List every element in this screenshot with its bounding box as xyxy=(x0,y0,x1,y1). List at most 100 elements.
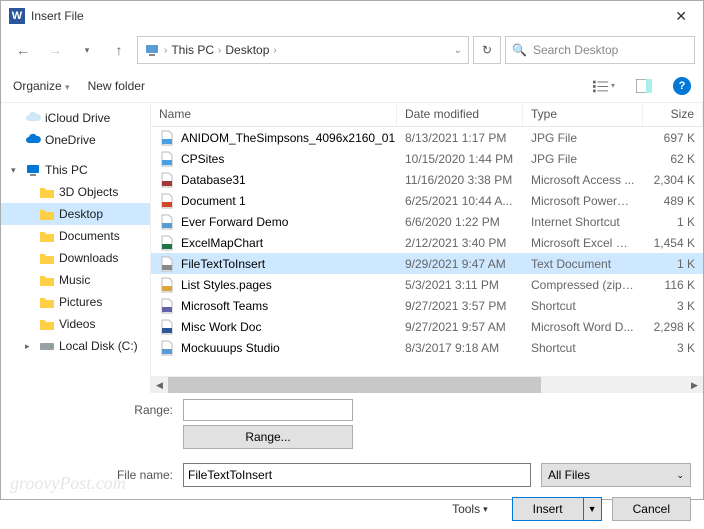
back-button[interactable]: ← xyxy=(9,36,37,64)
tools-menu[interactable]: Tools ▾ xyxy=(452,502,488,516)
range-button[interactable]: Range... xyxy=(183,425,353,449)
file-row[interactable]: Document 16/25/2021 10:44 A...Microsoft … xyxy=(151,190,703,211)
file-row[interactable]: Ever Forward Demo6/6/2020 1:22 PMInterne… xyxy=(151,211,703,232)
file-name: Microsoft Teams xyxy=(181,299,268,313)
file-type: Microsoft Word D... xyxy=(523,320,643,334)
link-icon xyxy=(159,214,175,230)
col-size[interactable]: Size xyxy=(643,103,703,126)
chevron-down-icon[interactable]: ⌄ xyxy=(454,45,462,56)
help-icon[interactable]: ? xyxy=(673,77,691,95)
insert-button[interactable]: Insert xyxy=(512,497,584,521)
tree-item-desktop[interactable]: Desktop xyxy=(1,203,150,225)
refresh-button[interactable]: ↻ xyxy=(473,36,501,64)
tree-item-videos[interactable]: Videos xyxy=(1,313,150,335)
file-row[interactable]: ANIDOM_TheSimpsons_4096x2160_018/13/2021… xyxy=(151,127,703,148)
nav-tree: iCloud Drive OneDrive ▾ This PC 3D Objects De… xyxy=(1,103,151,393)
file-name: ANIDOM_TheSimpsons_4096x2160_01 xyxy=(181,131,395,145)
link-icon xyxy=(159,340,175,356)
file-row[interactable]: List Styles.pages5/3/2021 3:11 PMCompres… xyxy=(151,274,703,295)
organize-menu[interactable]: Organize ▾ xyxy=(13,79,70,93)
view-mode-button[interactable]: ▾ xyxy=(593,75,615,97)
file-date: 8/3/2017 9:18 AM xyxy=(397,341,523,355)
col-type[interactable]: Type xyxy=(523,103,643,126)
preview-pane-button[interactable] xyxy=(633,75,655,97)
ppt-icon xyxy=(159,193,175,209)
tree-item-local-disk-c-[interactable]: ▸Local Disk (C:) xyxy=(1,335,150,357)
breadcrumb[interactable]: › This PC › Desktop › ⌄ xyxy=(137,36,469,64)
scroll-left-icon[interactable]: ◀ xyxy=(151,377,168,394)
file-row[interactable]: CPSites10/15/2020 1:44 PMJPG File62 K xyxy=(151,148,703,169)
file-row[interactable]: Database3111/16/2020 3:38 PMMicrosoft Ac… xyxy=(151,169,703,190)
file-type: Internet Shortcut xyxy=(523,215,643,229)
disk-icon xyxy=(39,339,55,353)
cloud-white-icon xyxy=(25,111,41,125)
cancel-button[interactable]: Cancel xyxy=(612,497,691,521)
folder-icon xyxy=(39,207,55,221)
img-icon xyxy=(159,130,175,146)
file-name: Mockuuups Studio xyxy=(181,341,280,355)
file-name: FileTextToInsert xyxy=(181,257,265,271)
file-date: 9/29/2021 9:47 AM xyxy=(397,257,523,271)
file-type: Text Document xyxy=(523,257,643,271)
tree-label: Music xyxy=(59,273,90,287)
file-type: JPG File xyxy=(523,152,643,166)
tree-item-3d-objects[interactable]: 3D Objects xyxy=(1,181,150,203)
breadcrumb-seg[interactable]: Desktop xyxy=(225,43,269,57)
teams-icon xyxy=(159,298,175,314)
file-row[interactable]: FileTextToInsert 9/29/2021 9:47 AMText Do… xyxy=(151,253,703,274)
file-size: 3 K xyxy=(643,299,703,313)
tree-label: 3D Objects xyxy=(59,185,118,199)
file-date: 8/13/2021 1:17 PM xyxy=(397,131,523,145)
tree-label: Local Disk (C:) xyxy=(59,339,138,353)
tree-item-this-pc[interactable]: ▾ This PC xyxy=(1,159,150,181)
folder-icon xyxy=(39,229,55,243)
tree-item-icloud-drive[interactable]: iCloud Drive xyxy=(1,107,150,129)
file-type: Shortcut xyxy=(523,341,643,355)
zip-icon xyxy=(159,277,175,293)
file-row[interactable]: Misc Work Doc9/27/2021 9:57 AMMicrosoft … xyxy=(151,316,703,337)
folder-icon xyxy=(39,317,55,331)
scroll-right-icon[interactable]: ▶ xyxy=(686,377,703,394)
range-input[interactable] xyxy=(183,399,353,421)
file-row[interactable]: ExcelMapChart2/12/2021 3:40 PMMicrosoft … xyxy=(151,232,703,253)
file-row[interactable]: Microsoft Teams9/27/2021 3:57 PMShortcut… xyxy=(151,295,703,316)
col-name[interactable]: Name xyxy=(151,103,397,126)
tree-item-music[interactable]: Music xyxy=(1,269,150,291)
chevron-right-icon: › xyxy=(164,45,167,56)
tree-label: Documents xyxy=(59,229,120,243)
recent-dropdown-icon[interactable]: ▾ xyxy=(73,36,101,64)
file-type: JPG File xyxy=(523,131,643,145)
tree-item-downloads[interactable]: Downloads xyxy=(1,247,150,269)
col-date[interactable]: Date modified xyxy=(397,103,523,126)
pc-icon xyxy=(144,42,160,58)
file-name: ExcelMapChart xyxy=(181,236,263,250)
window-title: Insert File xyxy=(31,9,667,23)
tree-label: OneDrive xyxy=(45,133,96,147)
chevron-right-icon: › xyxy=(218,45,221,56)
filter-dropdown[interactable]: All Files⌄ xyxy=(541,463,691,487)
tree-label: This PC xyxy=(45,163,88,177)
file-size: 1 K xyxy=(643,257,703,271)
search-icon: 🔍 xyxy=(512,43,527,57)
tree-item-onedrive[interactable]: OneDrive xyxy=(1,129,150,151)
file-size: 3 K xyxy=(643,341,703,355)
tree-item-documents[interactable]: Documents xyxy=(1,225,150,247)
file-type: Microsoft Excel W... xyxy=(523,236,643,250)
filename-input[interactable] xyxy=(183,463,531,487)
forward-button[interactable]: → xyxy=(41,36,69,64)
breadcrumb-seg[interactable]: This PC xyxy=(171,43,214,57)
file-row[interactable]: Mockuuups Studio 8/3/2017 9:18 AMShortcut… xyxy=(151,337,703,358)
tree-label: Desktop xyxy=(59,207,103,221)
file-date: 9/27/2021 3:57 PM xyxy=(397,299,523,313)
horizontal-scrollbar[interactable]: ◀ ▶ xyxy=(151,376,703,393)
tree-item-pictures[interactable]: Pictures xyxy=(1,291,150,313)
search-input[interactable]: 🔍 Search Desktop xyxy=(505,36,695,64)
close-icon[interactable]: ✕ xyxy=(667,4,695,29)
file-date: 6/25/2021 10:44 A... xyxy=(397,194,523,208)
new-folder-button[interactable]: New folder xyxy=(88,79,145,93)
insert-split-dropdown[interactable]: ▼ xyxy=(584,497,602,521)
up-button[interactable]: ↑ xyxy=(105,36,133,64)
file-type: Compressed (zipp... xyxy=(523,278,643,292)
chevron-icon: ▾ xyxy=(11,165,21,176)
folder-icon xyxy=(39,273,55,287)
